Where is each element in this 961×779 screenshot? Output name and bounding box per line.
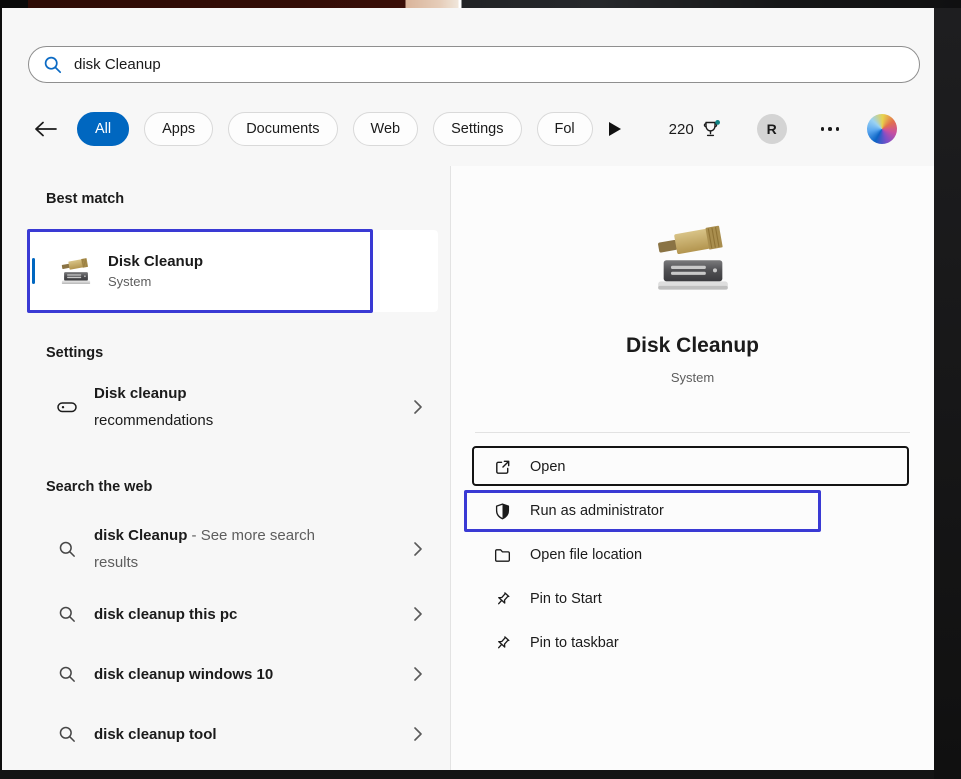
action-pin-to-taskbar[interactable]: Pin to taskbar xyxy=(451,621,934,665)
settings-result-text: Disk cleanup recommendations xyxy=(94,380,356,434)
chevron-right-icon xyxy=(414,607,422,621)
chevron-right-icon xyxy=(414,542,422,556)
action-open-file-location[interactable]: Open file location xyxy=(451,533,934,577)
play-icon xyxy=(609,122,621,136)
web-result-this-pc[interactable]: disk cleanup this pc xyxy=(28,584,438,644)
screenshot-root: All Apps Documents Web Settings Fol 220 xyxy=(0,0,961,779)
more-icon xyxy=(821,127,825,131)
desktop-top-sliver xyxy=(0,0,961,8)
back-arrow-icon xyxy=(32,120,58,138)
action-pin-to-start[interactable]: Pin to Start xyxy=(451,577,934,621)
folder-icon xyxy=(493,546,512,565)
tab-documents[interactable]: Documents xyxy=(228,112,337,146)
action-run-as-administrator[interactable]: Run as administrator xyxy=(451,489,934,533)
search-flyout-window: All Apps Documents Web Settings Fol 220 xyxy=(2,8,934,770)
result-detail-panel: Disk Cleanup System Open xyxy=(450,166,934,770)
chevron-right-icon xyxy=(414,400,422,414)
back-button[interactable] xyxy=(28,112,62,146)
search-the-web-heading: Search the web xyxy=(46,478,450,496)
action-open[interactable]: Open xyxy=(451,445,934,489)
divider xyxy=(475,432,910,433)
action-list: Open Run as administrator Open file xyxy=(451,445,934,665)
tab-folders[interactable]: Fol xyxy=(537,112,593,146)
more-options-button[interactable] xyxy=(815,121,846,137)
search-icon xyxy=(54,665,80,684)
shield-icon xyxy=(493,502,512,521)
cleanup-recommendations-icon xyxy=(54,395,80,419)
web-result-text: disk cleanup this pc xyxy=(94,601,356,628)
disk-cleanup-icon xyxy=(58,255,94,287)
web-result-see-more[interactable]: disk Cleanup - See more search results xyxy=(28,514,438,584)
search-icon xyxy=(43,55,63,75)
search-icon xyxy=(54,725,80,744)
filter-toolbar: All Apps Documents Web Settings Fol 220 xyxy=(28,108,920,150)
web-result-text: disk cleanup windows 10 xyxy=(94,661,356,688)
selection-accent-bar xyxy=(32,258,35,284)
pin-icon xyxy=(493,634,512,653)
copilot-icon[interactable] xyxy=(867,114,897,144)
rewards-trophy-icon xyxy=(701,119,721,139)
web-result-windows-10[interactable]: disk cleanup windows 10 xyxy=(28,644,438,704)
results-list-panel: Best match Disk Cleanup System Settings xyxy=(2,166,450,770)
results-area: Best match Disk Cleanup System Settings xyxy=(2,166,934,770)
disk-cleanup-icon-large xyxy=(649,218,737,297)
search-bar[interactable] xyxy=(28,46,920,83)
tab-settings[interactable]: Settings xyxy=(433,112,521,146)
app-title: Disk Cleanup xyxy=(626,333,759,359)
pin-icon xyxy=(493,590,512,609)
settings-heading: Settings xyxy=(46,344,450,362)
best-match-text: Disk Cleanup System xyxy=(108,253,203,289)
game-pass-button[interactable] xyxy=(609,122,621,136)
tab-web[interactable]: Web xyxy=(353,112,419,146)
search-icon xyxy=(54,540,80,559)
web-result-tool[interactable]: disk cleanup tool xyxy=(28,704,438,764)
app-subtitle: System xyxy=(671,369,714,386)
settings-result-disk-cleanup-recommendations[interactable]: Disk cleanup recommendations xyxy=(28,376,438,438)
best-match-result[interactable]: Disk Cleanup System xyxy=(28,230,438,312)
tab-apps[interactable]: Apps xyxy=(144,112,213,146)
best-match-subtitle: System xyxy=(108,274,203,289)
user-avatar[interactable]: R xyxy=(757,114,787,144)
best-match-title: Disk Cleanup xyxy=(108,253,203,270)
best-match-heading: Best match xyxy=(46,190,450,208)
desktop-bottom-sliver xyxy=(0,770,934,779)
web-result-text: disk cleanup tool xyxy=(94,721,356,748)
chevron-right-icon xyxy=(414,667,422,681)
search-input[interactable] xyxy=(74,56,905,73)
desktop-right-sliver xyxy=(934,8,961,779)
web-result-text: disk Cleanup - See more search results xyxy=(94,522,356,576)
open-external-icon xyxy=(493,458,512,477)
rewards-button[interactable]: 220 xyxy=(669,119,721,139)
chevron-right-icon xyxy=(414,727,422,741)
search-icon xyxy=(54,605,80,624)
rewards-points: 220 xyxy=(669,121,694,138)
tab-all[interactable]: All xyxy=(77,112,129,146)
